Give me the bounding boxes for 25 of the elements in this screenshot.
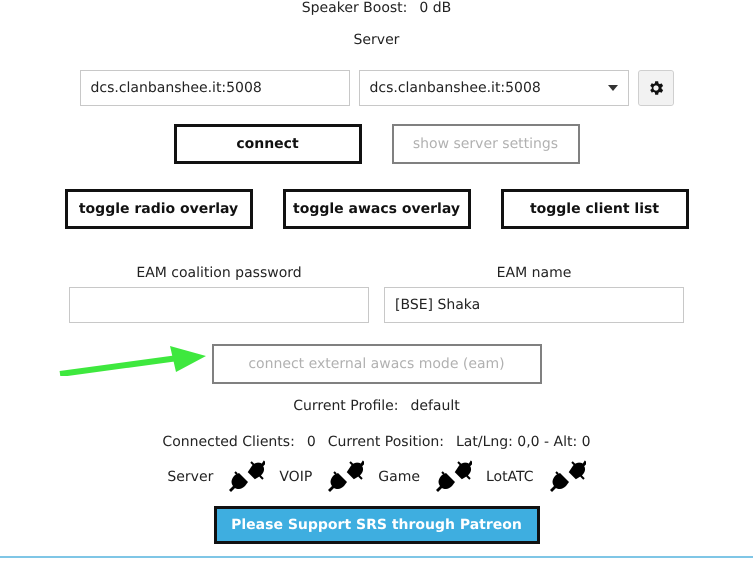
- dropdown-caret-icon: [608, 85, 618, 91]
- position-value: Lat/Lng: 0,0 - Alt: 0: [456, 434, 591, 450]
- server-address-field[interactable]: dcs.clanbanshee.it:5008: [80, 70, 350, 106]
- connect-button[interactable]: connect: [174, 124, 362, 164]
- toggle-button[interactable]: toggle awacs overlay: [282, 189, 470, 229]
- position-label: Current Position:: [328, 434, 444, 450]
- clients-count: 0: [306, 434, 316, 450]
- eam-name-label: EAM name: [496, 265, 572, 281]
- clients-label: Connected Clients:: [162, 434, 295, 450]
- eam-password-field[interactable]: [69, 287, 369, 323]
- toggle-button[interactable]: toggle client list: [500, 189, 688, 229]
- speaker-boost-label: Speaker Boost:: [302, 0, 408, 16]
- settings-button[interactable]: [638, 70, 674, 106]
- profile-value: default: [410, 398, 460, 414]
- server-dropdown[interactable]: dcs.clanbanshee.it:5008: [358, 70, 628, 106]
- eam-name-field[interactable]: [BSE] Shaka: [384, 287, 684, 323]
- toggle-button[interactable]: toggle radio overlay: [64, 189, 252, 229]
- profile-label: Current Profile:: [293, 398, 398, 414]
- speaker-boost-value: 0 dB: [419, 0, 452, 16]
- eam-password-label: EAM coalition password: [136, 265, 302, 281]
- status-label: LotATC: [486, 469, 534, 485]
- status-label: Game: [378, 469, 420, 485]
- server-heading: Server: [354, 32, 400, 48]
- status-label: VOIP: [279, 469, 312, 485]
- status-label: Server: [167, 469, 214, 485]
